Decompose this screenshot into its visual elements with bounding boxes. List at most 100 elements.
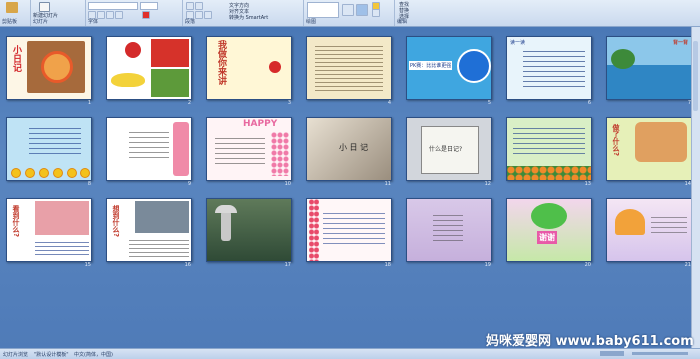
sunflower-icon	[53, 168, 63, 178]
slide-thumbnail-18[interactable]	[306, 198, 392, 262]
numbering-icon[interactable]	[195, 2, 203, 10]
slide-thumbnail-16[interactable]: 想到什么?	[106, 198, 192, 262]
group-label: 编辑	[397, 19, 408, 25]
shadow-icon[interactable]	[115, 11, 123, 19]
scrollbar-thumb[interactable]	[693, 41, 698, 111]
slide-title: 小日记	[11, 45, 21, 72]
group-label: 段落	[185, 19, 196, 25]
ribbon-group-slides: 新建幻灯片 幻灯片	[31, 0, 86, 26]
slide-thumbnail-12[interactable]: 什么是日记?	[406, 117, 492, 181]
lake-picture	[607, 65, 691, 99]
group-label: 剪贴板	[2, 19, 18, 25]
frog-icon	[531, 203, 567, 229]
slide-number: 20	[584, 262, 591, 268]
ribbon-group-clipboard: 剪贴板	[0, 0, 31, 26]
quick-styles-icon[interactable]	[356, 4, 368, 16]
new-slide-icon[interactable]	[39, 2, 51, 12]
slide-thumbnail-4[interactable]	[306, 36, 392, 100]
slide-thumbnail-10[interactable]: HAPPY	[206, 117, 292, 181]
slide-sorter-pane: 小日记 1 2 我做你来讲 3 4 PK赛：比比谁更强 5 读一读 6 背一背 …	[0, 27, 692, 349]
text-block	[433, 211, 463, 241]
slide-title: 我做你来讲	[216, 40, 226, 85]
sunflower-icon	[11, 168, 21, 178]
text-block	[651, 213, 687, 237]
slide-thumbnail-1[interactable]: 小日记	[6, 36, 92, 100]
slide-thumbnail-15[interactable]: 看到什么?	[6, 198, 92, 262]
font-color-icon[interactable]	[142, 11, 150, 19]
slide-number: 6	[587, 100, 591, 106]
font-size-combo[interactable]	[140, 2, 158, 10]
slide-title: 小 日 记	[339, 143, 369, 152]
bullets-icon[interactable]	[186, 2, 194, 10]
font-name-combo[interactable]	[88, 2, 138, 10]
text-block	[35, 239, 89, 257]
slide-thumbnail-11[interactable]: 小 日 记	[306, 117, 392, 181]
smartart-button[interactable]: 转换为 SmartArt	[229, 14, 268, 21]
slide-number: 7	[687, 100, 691, 106]
text-block	[215, 134, 265, 168]
text-block	[323, 209, 385, 245]
slide-number: 12	[484, 181, 491, 187]
ribbon-group-paragraph: 文字方向 对齐文本 转换为 SmartArt 段落	[183, 0, 304, 26]
slide-thumbnail-5[interactable]: PK赛：比比谁更强	[406, 36, 492, 100]
slide-title: 什么是日记?	[429, 146, 463, 153]
slide-title: 读一读	[510, 40, 526, 46]
cartoon-boy-picture	[635, 122, 687, 162]
slide-number: 8	[87, 181, 91, 187]
slide-thumbnail-21[interactable]	[606, 198, 692, 262]
text-block	[315, 43, 383, 93]
status-theme-label: "默认设计模板"	[34, 352, 69, 358]
text-block	[513, 124, 585, 158]
slide-thumbnail-14[interactable]: 做了什么?	[606, 117, 692, 181]
slide-thumbnail-19[interactable]	[406, 198, 492, 262]
slide-number: 9	[187, 181, 191, 187]
slide-title: HAPPY	[243, 119, 278, 129]
crowd-picture	[35, 201, 89, 235]
shapes-gallery[interactable]	[307, 2, 339, 18]
view-buttons[interactable]	[600, 351, 624, 356]
zoom-slider[interactable]	[632, 352, 688, 355]
slide-thumbnail-9[interactable]	[106, 117, 192, 181]
umbrella-icon	[215, 205, 237, 213]
slide-number: 2	[187, 100, 191, 106]
slide-thumbnail-13[interactable]	[506, 117, 592, 181]
slide-number: 1	[87, 100, 91, 106]
slide-thumbnail-20[interactable]: 谢谢	[506, 198, 592, 262]
slide-thumbnail-8[interactable]	[6, 117, 92, 181]
status-language-label: 中文(简体，中国)	[74, 352, 113, 358]
site-watermark: 妈咪爱婴网 www.baby611.com	[486, 334, 694, 349]
slide-number: 16	[184, 262, 191, 268]
street-picture	[135, 201, 189, 233]
arrange-icon[interactable]	[342, 4, 354, 16]
group-label: 幻灯片	[33, 19, 49, 25]
girl-picture	[173, 122, 189, 176]
sunflower-icon	[39, 168, 49, 178]
sunflower-icon	[80, 168, 90, 178]
underline-icon[interactable]	[106, 11, 114, 19]
ribbon-group-editing: 查找 替换 选择 编辑	[395, 0, 435, 26]
align-right-icon[interactable]	[204, 11, 212, 19]
slide-thumbnail-3[interactable]: 我做你来讲	[206, 36, 292, 100]
sunflower-icon	[25, 168, 35, 178]
slide-thumbnail-6[interactable]: 读一读	[506, 36, 592, 100]
slide-thumbnail-7[interactable]: 背一背	[606, 36, 692, 100]
italic-icon[interactable]	[97, 11, 105, 19]
strawberries-picture	[151, 39, 189, 67]
slide-thumbnail-17[interactable]	[206, 198, 292, 262]
slide-title: 看到什么?	[12, 205, 20, 238]
slide-thumbnail-2[interactable]	[106, 36, 192, 100]
rain-girl-picture	[221, 211, 231, 241]
slide-title: 做了什么?	[612, 124, 620, 157]
ribbon-group-font: 字体	[86, 0, 183, 26]
text-block	[129, 237, 189, 257]
ribbon: 剪贴板 新建幻灯片 幻灯片 字体 文字方向 对齐文本 转换为 SmartArt …	[0, 0, 700, 27]
vertical-scrollbar[interactable]	[691, 27, 700, 349]
banana-icon	[111, 73, 145, 87]
text-block	[29, 124, 81, 158]
outline-icon[interactable]	[372, 9, 380, 17]
align-center-icon[interactable]	[195, 11, 203, 19]
paste-icon[interactable]	[6, 2, 19, 13]
slide-number: 17	[284, 262, 291, 268]
flower-icon	[41, 51, 73, 83]
slide-number: 11	[384, 181, 391, 187]
